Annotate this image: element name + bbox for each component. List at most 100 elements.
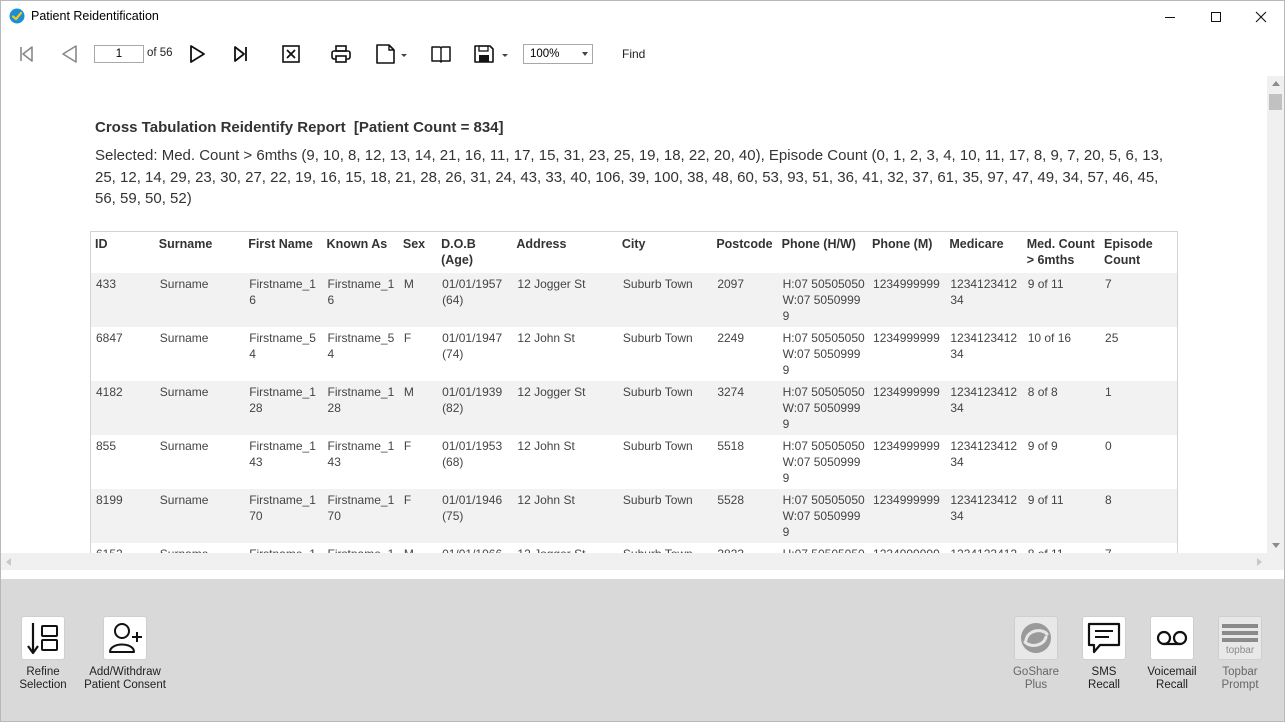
print-button[interactable] [327, 40, 355, 68]
stop-rendering-button[interactable] [277, 40, 305, 68]
table-header-row: ID Surname First Name Known As Sex D.O.B… [91, 232, 1178, 273]
vertical-scroll-thumb[interactable] [1269, 94, 1282, 110]
phone-work: W:07 50509999 [782, 346, 861, 377]
refine-selection-button[interactable]: Refine Selection [1, 616, 85, 692]
consent-label-line1: Add/Withdraw [89, 666, 161, 678]
printer-icon [331, 45, 351, 63]
close-button[interactable] [1238, 1, 1284, 32]
goshare-logo-icon [1021, 623, 1051, 653]
phone-home: H:07 50505050 [783, 546, 866, 554]
first-page-button[interactable] [13, 40, 39, 68]
cell-sex: M [398, 272, 438, 327]
cell-address: 12 John St [517, 330, 575, 345]
cell-dob: 01/01/1957 (64) [437, 272, 513, 327]
cell-known-as: Firstname_54 [327, 330, 395, 361]
column-header-postcode: Postcode [716, 237, 773, 251]
zoom-select[interactable]: 100% [523, 44, 593, 64]
print-layout-button[interactable] [427, 40, 455, 68]
horizontal-scrollbar[interactable] [1, 553, 1267, 570]
cell-address: 12 Jogger St [512, 380, 618, 435]
cell-known-as: Firstname_128 [322, 380, 399, 435]
cell-episode-count: 0 [1105, 438, 1112, 453]
cell-postcode: 3274 [712, 380, 778, 435]
cell-phone-hw: H:07 50505050W:07 50509999 [778, 327, 868, 381]
cell-id: 8199 [90, 488, 155, 543]
app-window: Patient Reidentification of 56 [0, 0, 1285, 722]
column-header-surname: Surname [158, 237, 213, 251]
cell-city: Suburb Town [617, 380, 713, 435]
minimize-button[interactable] [1147, 1, 1193, 32]
save-icon [474, 45, 508, 63]
column-header-episode-line1: Episode [1104, 237, 1153, 251]
goshare-label-line2: Plus [1024, 679, 1048, 691]
maximize-button[interactable] [1193, 1, 1239, 32]
scroll-right-icon[interactable] [1257, 558, 1262, 566]
find-button[interactable]: Find [622, 47, 645, 61]
refine-label-line1: Refine [26, 666, 60, 678]
sms-label-line2: Recall [1088, 679, 1120, 691]
goshare-plus-label: GoShare Plus [1013, 666, 1059, 692]
scroll-up-icon[interactable] [1272, 81, 1280, 86]
message-icon [1087, 622, 1121, 654]
cell-surname: Surname [154, 488, 245, 543]
cell-first-name: Firstname_128 [244, 380, 323, 435]
scroll-down-icon[interactable] [1272, 543, 1280, 548]
cell-med-count: 9 of 11 [1022, 488, 1101, 543]
cell-address: 12 John St [512, 488, 618, 543]
goshare-label-line1: GoShare [1012, 666, 1060, 678]
patient-consent-button[interactable]: Add/Withdraw Patient Consent [83, 616, 167, 692]
cell-phone-hw: H:07 50505050W:07 50509999 [778, 435, 868, 489]
cell-first-name: Firstname_199 [244, 543, 322, 554]
topbar-prompt-button[interactable]: topbar Topbar Prompt [1198, 616, 1282, 692]
next-page-button[interactable] [184, 40, 212, 68]
cell-phone-m: 1234999999 [868, 488, 946, 543]
scroll-left-icon[interactable] [6, 558, 11, 566]
last-page-button[interactable] [228, 40, 254, 68]
cell-first-name: Firstname_143 [249, 438, 316, 469]
phone-home: H:07 50505050 [782, 276, 865, 291]
cell-phone-hw: H:07 50505050W:07 50509999 [777, 272, 869, 327]
voicemail-label-line1: Voicemail [1147, 666, 1197, 678]
cell-phone-hw: H:07 50505050W:07 50509999 [777, 380, 869, 435]
close-icon [1255, 11, 1267, 22]
cell-id: 6152 [91, 543, 155, 554]
age: (74) [442, 346, 464, 361]
first-page-icon [20, 46, 33, 62]
next-page-icon [190, 45, 205, 63]
cell-episode-count: 25 [1105, 330, 1119, 345]
dob-date: 01/01/1953 [442, 438, 503, 453]
column-header-episode-line2: Count [1104, 253, 1141, 267]
divider [1, 570, 1284, 579]
cell-first-name: Firstname_54 [249, 330, 316, 361]
voicemail-icon [1156, 630, 1188, 646]
cell-dob: 01/01/1939 (82) [437, 380, 513, 435]
minimize-icon [1165, 16, 1175, 18]
column-header-phone-hw: Phone (H/W) [781, 237, 856, 251]
page-number-input[interactable] [94, 45, 144, 63]
app-logo-icon [9, 8, 25, 24]
zoom-value: 100% [530, 48, 560, 60]
cell-dob: 01/01/1946 (75) [437, 488, 513, 543]
cell-phone-hw: H:07 50505050W:07 50509999 [778, 543, 868, 554]
add-user-icon [109, 623, 142, 653]
cell-med-count: 10 of 16 [1027, 330, 1072, 345]
cell-postcode: 2249 [717, 330, 745, 345]
vertical-scrollbar[interactable] [1267, 76, 1284, 553]
previous-page-button[interactable] [55, 40, 83, 68]
book-icon [431, 46, 451, 63]
column-header-med-count-line2: > 6mths [1026, 253, 1075, 267]
dob-date: 01/01/1957 [442, 276, 503, 291]
scroll-corner [1267, 553, 1284, 570]
phone-work: W:07 50509999 [782, 292, 861, 323]
export-button[interactable] [471, 40, 511, 68]
cell-known-as: Firstname_199 [323, 543, 399, 554]
cell-phone-m: 1234999999 [873, 330, 940, 345]
age: (64) [442, 292, 464, 307]
voicemail-recall-label: Voicemail Recall [1147, 666, 1196, 692]
topbar-logo-icon: topbar [1222, 624, 1258, 656]
voicemail-label-line2: Recall [1156, 679, 1188, 691]
cell-city: Suburb Town [617, 272, 713, 327]
page-setup-button[interactable] [373, 40, 409, 68]
cell-city: Suburb Town [617, 488, 713, 543]
cell-med-count: 9 of 11 [1022, 272, 1101, 327]
